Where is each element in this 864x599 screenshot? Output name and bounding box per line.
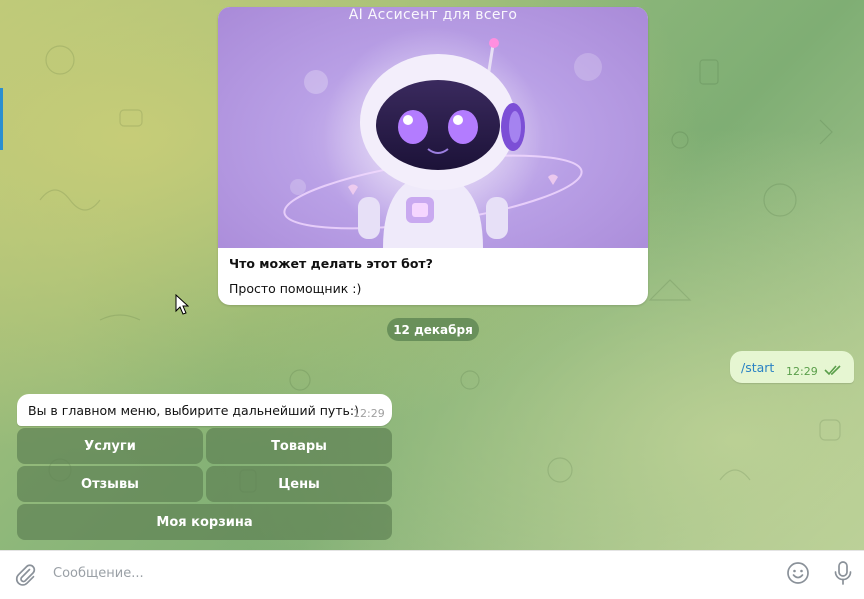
incoming-message: Вы в главном меню, выбирите дальнейший п…: [17, 394, 392, 426]
bot-card-answer: Просто помощник :): [229, 281, 362, 296]
cart-button[interactable]: Моя корзина: [17, 504, 392, 540]
outgoing-message[interactable]: /start 12:29: [730, 351, 854, 383]
incoming-time: 12:29: [353, 407, 385, 420]
microphone-icon[interactable]: [831, 560, 855, 586]
emoji-icon[interactable]: [786, 561, 810, 585]
reviews-button[interactable]: Отзывы: [17, 466, 203, 502]
prices-button[interactable]: Цены: [206, 466, 392, 502]
date-separator: 12 декабря: [387, 318, 479, 341]
bot-info-card: AI Ассисент для всего Что может делать э…: [218, 7, 648, 305]
message-input[interactable]: Сообщение...: [53, 566, 144, 581]
robot-illustration: [283, 27, 602, 248]
paperclip-icon[interactable]: [13, 562, 37, 586]
outgoing-command[interactable]: /start: [741, 360, 774, 375]
bot-card-question: Что может делать этот бот?: [229, 256, 433, 271]
services-button[interactable]: Услуги: [17, 428, 203, 464]
incoming-text: Вы в главном меню, выбирите дальнейший п…: [28, 403, 360, 418]
double-check-icon: [824, 365, 841, 376]
message-input-bar: Сообщение...: [0, 550, 864, 596]
outgoing-time: 12:29: [786, 365, 818, 378]
image-title: AI Ассисент для всего: [348, 7, 518, 23]
left-edge-indicator: [0, 88, 3, 150]
mouse-cursor-icon: [175, 294, 189, 315]
products-button[interactable]: Товары: [206, 428, 392, 464]
bot-robot-image: AI Ассисент для всего: [218, 7, 648, 248]
